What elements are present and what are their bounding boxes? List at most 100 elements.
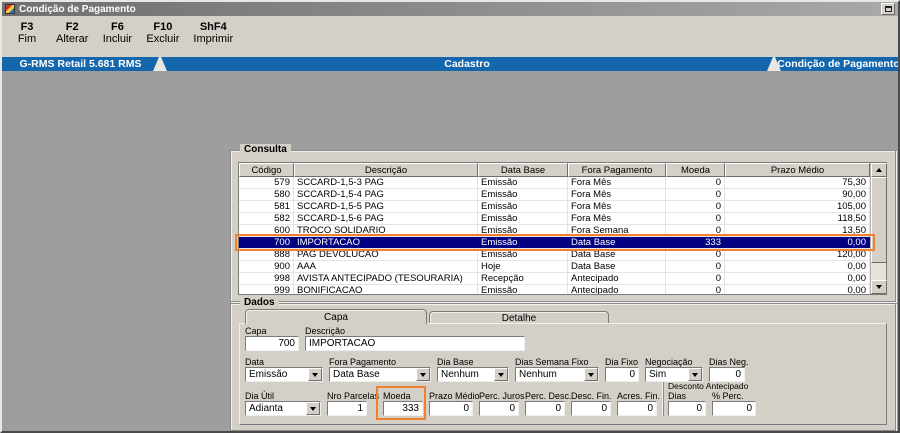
table-cell: 333: [666, 237, 725, 248]
table-row[interactable]: 600 TROCO SOLIDARIO Emissão Fora Semana …: [239, 225, 870, 237]
desconto-perc-field: % Perc. 0: [712, 391, 756, 416]
data-field: Data Emissão: [245, 357, 323, 382]
capa-input[interactable]: 700: [245, 336, 299, 351]
window-close-button[interactable]: [881, 3, 895, 15]
shf4-imprimir-button[interactable]: ShF4 Imprimir: [193, 21, 233, 57]
column-header[interactable]: Código: [239, 163, 294, 177]
dia-base-field: Dia Base Nenhum: [437, 357, 509, 382]
table-row[interactable]: 888 PAG DEVOLUCAO Emissão Data Base 0 12…: [239, 249, 870, 261]
scrollbar-thumb[interactable]: [871, 177, 887, 263]
dia-util-select[interactable]: Adianta: [245, 401, 321, 416]
table-row[interactable]: 999 BONIFICACAO Emissão Antecipado 0 0,0…: [239, 285, 870, 294]
table-row[interactable]: 900 AAA Hoje Data Base 0 0,00: [239, 261, 870, 273]
desconto-perc-input[interactable]: 0: [712, 401, 756, 416]
f10-key-label: F10: [153, 21, 172, 33]
perc-juros-input[interactable]: 0: [479, 401, 519, 416]
table-cell: Hoje: [478, 261, 568, 272]
chevron-down-icon[interactable]: [308, 368, 322, 381]
arrow-down-icon: [692, 373, 698, 377]
tab-capa[interactable]: Capa: [245, 309, 427, 324]
negociacao-select[interactable]: Sim: [645, 367, 703, 382]
table-cell: 118,50: [725, 213, 870, 224]
chevron-down-icon[interactable]: [306, 402, 320, 415]
scroll-down-button[interactable]: [871, 280, 887, 294]
perc-desc-input[interactable]: 0: [525, 401, 565, 416]
table-row[interactable]: 581 SCCARD-1,5-5 PAG Emissão Fora Mês 0 …: [239, 201, 870, 213]
desc-fin-label: Desc. Fin.: [571, 391, 611, 401]
data-label: Data: [245, 357, 323, 367]
incluir-label: Incluir: [103, 33, 132, 45]
dias-neg-input[interactable]: 0: [709, 367, 745, 382]
chevron-down-icon[interactable]: [688, 368, 702, 381]
table-cell: 0: [666, 213, 725, 224]
table-cell: 0: [666, 285, 725, 294]
prazo-medio-input[interactable]: 0: [429, 401, 473, 416]
arrow-down-icon: [498, 373, 504, 377]
table-cell: Emissão: [478, 249, 568, 260]
column-header[interactable]: Descrição: [294, 163, 478, 177]
close-icon: [885, 6, 892, 12]
arrow-up-icon: [876, 168, 882, 172]
nro-parcelas-field: Nro Parcelas 1: [327, 391, 367, 416]
table-cell: 888: [239, 249, 294, 260]
table-cell: Fora Mês: [568, 189, 666, 200]
desconto-antecipado-label: Desconto Antecipado: [668, 382, 767, 391]
f6-key-label: F6: [111, 21, 124, 33]
table-cell: 13,50: [725, 225, 870, 236]
column-header[interactable]: Prazo Médio: [725, 163, 870, 177]
chevron-down-icon[interactable]: [494, 368, 508, 381]
header-app-version: G-RMS Retail 5.681 RMS: [2, 57, 159, 71]
column-header[interactable]: Moeda: [666, 163, 725, 177]
dia-base-select[interactable]: Nenhum: [437, 367, 509, 382]
consulta-groupbox: Consulta Código Descrição Data Base Fora…: [230, 150, 896, 302]
table-cell: Emissão: [478, 177, 568, 188]
fora-pagamento-select[interactable]: Data Base: [329, 367, 431, 382]
dia-fixo-label: Dia Fixo: [605, 357, 639, 367]
table-cell: SCCARD-1,5-5 PAG: [294, 201, 478, 212]
column-header[interactable]: Data Base: [478, 163, 568, 177]
table-scrollbar[interactable]: [870, 163, 886, 294]
table-row[interactable]: 582 SCCARD-1,5-6 PAG Emissão Fora Mês 0 …: [239, 213, 870, 225]
chevron-down-icon[interactable]: [584, 368, 598, 381]
table-cell: SCCARD-1,5-6 PAG: [294, 213, 478, 224]
window-title: Condição de Pagamento: [19, 4, 136, 15]
table-cell: 0: [666, 177, 725, 188]
table-cell: PAG DEVOLUCAO: [294, 249, 478, 260]
dia-fixo-input[interactable]: 0: [605, 367, 639, 382]
dia-util-value: Adianta: [246, 403, 306, 414]
dias-neg-label: Dias Neg.: [709, 357, 745, 367]
descricao-label: Descrição: [305, 326, 525, 336]
negociacao-label: Negociação: [645, 357, 703, 367]
arrow-down-icon: [876, 285, 882, 289]
desconto-dias-input[interactable]: 0: [668, 401, 706, 416]
chevron-down-icon[interactable]: [416, 368, 430, 381]
capa-label: Capa: [245, 326, 299, 336]
table-row-selected[interactable]: 700 IMPORTACAO Emissão Data Base 333 0,0…: [239, 237, 870, 249]
desc-fin-input[interactable]: 0: [571, 401, 611, 416]
scroll-up-button[interactable]: [871, 163, 887, 177]
data-select[interactable]: Emissão: [245, 367, 323, 382]
acres-fin-input[interactable]: 0: [617, 401, 657, 416]
table-row[interactable]: 579 SCCARD-1,5-3 PAG Emissão Fora Mês 0 …: [239, 177, 870, 189]
table-cell: Data Base: [568, 249, 666, 260]
module-label: Cadastro: [444, 58, 490, 70]
f6-incluir-button[interactable]: F6 Incluir: [102, 21, 132, 57]
column-header[interactable]: Fora Pagamento: [568, 163, 666, 177]
desconto-perc-value: 0: [746, 403, 752, 414]
fora-pagamento-field: Fora Pagamento Data Base: [329, 357, 431, 382]
dias-semana-fixo-select[interactable]: Nenhum: [515, 367, 599, 382]
table-cell: 998: [239, 273, 294, 284]
table-cell: 582: [239, 213, 294, 224]
table-cell: 600: [239, 225, 294, 236]
table-row[interactable]: 998 AVISTA ANTECIPADO (TESOURARIA) Recep…: [239, 273, 870, 285]
f3-fim-button[interactable]: F3 Fim: [12, 21, 42, 57]
table-cell: 90,00: [725, 189, 870, 200]
moeda-input[interactable]: 333: [383, 401, 423, 416]
nro-parcelas-input[interactable]: 1: [327, 401, 367, 416]
descricao-input[interactable]: IMPORTACAO: [305, 336, 525, 351]
dados-groupbox: Dados Capa Detalhe Capa 700 Descrição IM…: [230, 303, 896, 431]
consulta-legend: Consulta: [240, 144, 291, 156]
f2-alterar-button[interactable]: F2 Alterar: [56, 21, 88, 57]
table-row[interactable]: 580 SCCARD-1,5-4 PAG Emissão Fora Mês 0 …: [239, 189, 870, 201]
f10-excluir-button[interactable]: F10 Excluir: [146, 21, 179, 57]
